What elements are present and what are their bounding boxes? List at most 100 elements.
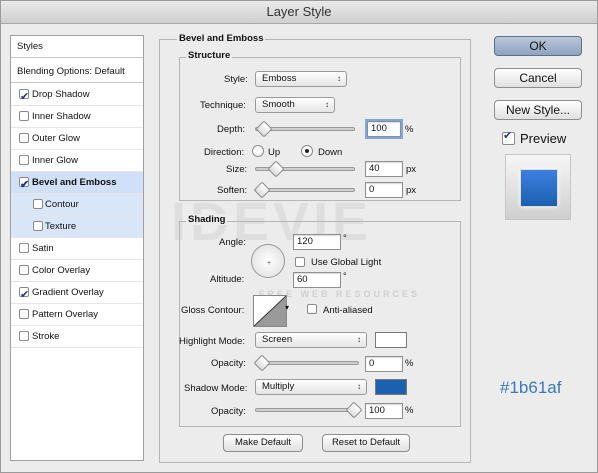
style-item-texture[interactable]: Texture	[11, 216, 143, 238]
blending-options-label: Blending Options: Default	[17, 66, 125, 77]
global-light-checkbox[interactable]	[295, 257, 305, 267]
style-item-checkbox[interactable]	[19, 155, 29, 165]
style-item-checkbox[interactable]	[19, 265, 29, 275]
direction-up-radio[interactable]	[252, 145, 264, 157]
cancel-button[interactable]: Cancel	[494, 68, 582, 88]
shadow-mode-label: Shadow Mode:	[184, 383, 248, 394]
shadow-mode-select[interactable]: Multiply ↕	[255, 379, 367, 395]
gloss-contour-picker[interactable]	[253, 295, 287, 327]
anti-aliased-label: Anti-aliased	[323, 305, 373, 316]
highlight-opacity-label: Opacity:	[211, 358, 246, 369]
soften-slider[interactable]	[253, 181, 355, 199]
highlight-mode-value: Screen	[262, 334, 293, 345]
depth-slider[interactable]	[255, 120, 355, 138]
reset-to-default-button[interactable]: Reset to Default	[322, 434, 410, 452]
style-item-color-overlay[interactable]: Color Overlay	[11, 260, 143, 282]
depth-unit: %	[405, 124, 414, 135]
style-item-inner-shadow[interactable]: Inner Shadow	[11, 106, 143, 128]
size-label: Size:	[226, 164, 248, 175]
style-item-checkbox[interactable]	[19, 331, 29, 341]
size-field[interactable]: 40	[365, 161, 403, 177]
angle-field[interactable]: 120	[293, 234, 341, 250]
style-item-bevel-and-emboss[interactable]: Bevel and Emboss	[11, 172, 143, 196]
style-item-gradient-overlay[interactable]: Gradient Overlay	[11, 282, 143, 306]
style-item-satin[interactable]: Satin	[11, 238, 143, 260]
style-item-label: Texture	[45, 221, 77, 232]
style-item-label: Contour	[45, 199, 79, 210]
direction-down-radio[interactable]	[301, 145, 313, 157]
style-item-contour[interactable]: Contour	[11, 194, 143, 216]
shadow-opacity-unit: %	[405, 405, 414, 416]
highlight-color-swatch[interactable]	[375, 332, 407, 348]
direction-down-label: Down	[318, 147, 343, 158]
angle-label: Angle:	[219, 237, 246, 248]
direction-up-label: Up	[268, 147, 281, 158]
altitude-field[interactable]: 60	[293, 272, 341, 288]
anti-aliased-checkbox[interactable]	[307, 304, 317, 314]
style-item-stroke[interactable]: Stroke	[11, 326, 143, 348]
shadow-color-swatch[interactable]	[375, 379, 407, 395]
color-hex-caption: #1b61af	[500, 378, 562, 397]
soften-field[interactable]: 0	[365, 182, 403, 198]
highlight-opacity-field[interactable]: 0	[365, 356, 403, 372]
structure-title: Structure	[186, 50, 233, 61]
highlight-opacity-slider[interactable]	[253, 354, 359, 372]
soften-label: Soften:	[217, 185, 248, 196]
style-item-label: Drop Shadow	[32, 89, 90, 100]
shadow-opacity-field[interactable]: 100	[365, 403, 403, 419]
select-arrows-icon: ↕	[325, 100, 329, 109]
shadow-opacity-slider[interactable]	[255, 401, 363, 419]
style-label: Style:	[224, 74, 248, 85]
style-item-outer-glow[interactable]: Outer Glow	[11, 128, 143, 150]
style-item-checkbox[interactable]	[19, 174, 29, 196]
shadow-opacity-label: Opacity:	[211, 406, 246, 417]
style-item-checkbox[interactable]	[33, 221, 43, 231]
angle-dial[interactable]: +	[251, 244, 285, 278]
style-select[interactable]: Emboss ↕	[255, 71, 347, 87]
soften-unit: px	[406, 185, 417, 196]
blending-options[interactable]: Blending Options: Default	[11, 61, 143, 83]
style-item-checkbox[interactable]	[19, 133, 29, 143]
style-item-pattern-overlay[interactable]: Pattern Overlay	[11, 304, 143, 326]
altitude-unit: °	[343, 271, 347, 282]
select-arrows-icon: ↕	[357, 335, 361, 344]
style-item-inner-glow[interactable]: Inner Glow	[11, 150, 143, 172]
style-item-drop-shadow[interactable]: Drop Shadow	[11, 84, 143, 108]
layer-style-dialog: Layer Style Styles Blending Options: Def…	[0, 0, 598, 473]
style-item-checkbox[interactable]	[19, 309, 29, 319]
size-slider[interactable]	[255, 160, 355, 178]
highlight-mode-label: Highlight Mode:	[179, 336, 246, 347]
style-item-label: Stroke	[32, 331, 60, 342]
styles-header-label: Styles	[17, 41, 43, 52]
style-item-checkbox[interactable]	[19, 111, 29, 121]
crosshair-icon: +	[267, 260, 272, 267]
bevel-emboss-title: Bevel and Emboss	[177, 33, 266, 44]
altitude-label: Altitude:	[210, 274, 245, 285]
style-select-value: Emboss	[262, 73, 297, 84]
shading-group	[179, 221, 461, 427]
preview-label: Preview	[520, 131, 567, 146]
style-item-checkbox[interactable]	[19, 284, 29, 306]
make-default-button[interactable]: Make Default	[223, 434, 303, 452]
highlight-mode-select[interactable]: Screen ↕	[255, 332, 367, 348]
highlight-opacity-unit: %	[405, 358, 414, 369]
select-arrows-icon: ↕	[357, 382, 361, 391]
technique-label: Technique:	[200, 100, 246, 111]
global-light-label: Use Global Light	[311, 257, 382, 268]
direction-label: Direction:	[204, 147, 245, 158]
style-item-checkbox[interactable]	[19, 243, 29, 253]
style-item-label: Inner Glow	[32, 155, 78, 166]
preview-checkbox[interactable]	[502, 129, 515, 145]
styles-list: Styles Blending Options: Default Drop Sh…	[10, 35, 144, 461]
technique-select[interactable]: Smooth ↕	[255, 97, 335, 113]
shading-title: Shading	[186, 214, 228, 225]
contour-curve-icon	[253, 295, 287, 327]
style-item-checkbox[interactable]	[19, 86, 29, 108]
new-style-button[interactable]: New Style...	[494, 100, 582, 120]
ok-button[interactable]: OK	[494, 36, 582, 56]
styles-header[interactable]: Styles	[11, 36, 143, 58]
style-item-checkbox[interactable]	[33, 199, 43, 209]
preview-thumbnail	[505, 154, 571, 220]
contour-dropdown-icon[interactable]: ▾	[285, 303, 289, 312]
depth-field[interactable]: 100	[365, 119, 403, 139]
